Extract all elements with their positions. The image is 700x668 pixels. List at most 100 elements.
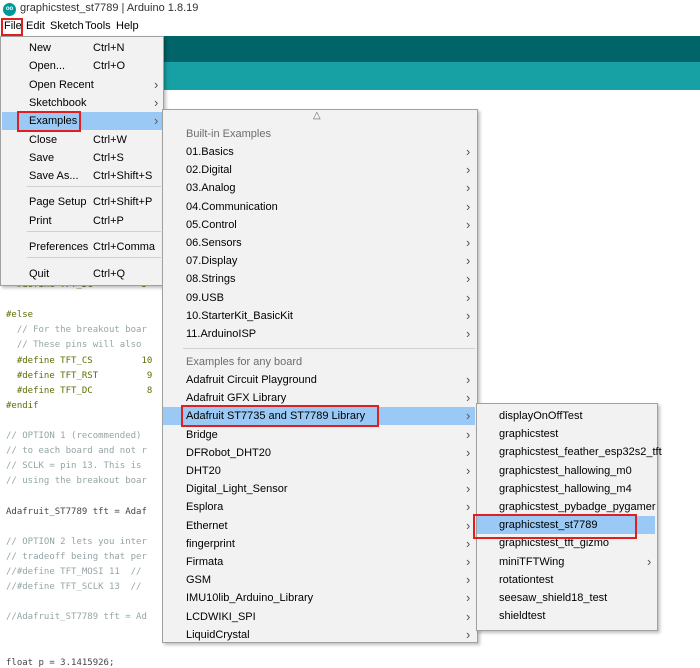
menu-item-label: 06.Sensors xyxy=(186,237,242,249)
scroll-up-icon[interactable]: △ xyxy=(313,110,321,121)
file-menu-item-save-as[interactable]: Save As... Ctrl+Shift+S xyxy=(2,167,162,185)
examples-item-bridge[interactable]: Bridge › xyxy=(163,426,475,444)
menu-help[interactable]: Help xyxy=(116,20,139,32)
menu-item-label: Digital_Light_Sensor xyxy=(186,483,288,496)
menu-item-label: graphicstest_feather_esp32s2_tft xyxy=(499,446,662,459)
examples-item-firmata[interactable]: Firmata › xyxy=(163,553,475,571)
chevron-right-icon: › xyxy=(466,444,471,460)
file-menu-item-print[interactable]: Print Ctrl+P xyxy=(2,212,162,230)
examples-item-08-strings[interactable]: 08.Strings › xyxy=(163,270,475,288)
examples-item-09-usb[interactable]: 09.USB › xyxy=(163,289,475,307)
menu-separator xyxy=(183,348,475,349)
shortcut-label: Ctrl+Shift+S xyxy=(93,170,153,182)
menu-separator xyxy=(27,231,161,232)
file-menu: New Ctrl+N Open... Ctrl+O Open Recent › Sketch… xyxy=(0,36,164,286)
code-line: #define TFT_DC 8 xyxy=(6,385,153,396)
menu-item-label: Adafruit Circuit Playground xyxy=(186,374,317,386)
file-menu-item-open[interactable]: Open... Ctrl+O xyxy=(2,57,162,75)
library-item-rotationtest[interactable]: rotationtest xyxy=(477,571,655,589)
examples-item-esplora[interactable]: Esplora › xyxy=(163,498,475,516)
menu-item-label: Save xyxy=(29,152,55,164)
examples-item-01-basics[interactable]: 01.Basics › xyxy=(163,143,475,161)
code-line: #define TFT_CS 10 xyxy=(6,355,153,366)
chevron-right-icon: › xyxy=(466,144,471,159)
menu-item-label: Bridge xyxy=(186,428,218,441)
chevron-right-icon: › xyxy=(466,590,471,606)
chevron-right-icon: › xyxy=(466,608,471,624)
library-item-graphicstest-hallowing-m0[interactable]: graphicstest_hallowing_m0 xyxy=(477,462,655,480)
menu-item-label: seesaw_shield18_test xyxy=(499,592,608,604)
menu-item-label: graphicstest xyxy=(499,428,559,441)
examples-item-03-analog[interactable]: 03.Analog › xyxy=(163,179,475,197)
menu-separator xyxy=(27,186,161,187)
menu-edit[interactable]: Edit xyxy=(26,20,45,32)
library-item-displayonofftest[interactable]: displayOnOffTest xyxy=(477,407,655,425)
file-menu-item-open-recent[interactable]: Open Recent › xyxy=(2,76,162,94)
library-item-minitftwing[interactable]: miniTFTWing › xyxy=(477,553,655,571)
code-line: //Adafruit_ST7789 tft = Ad xyxy=(6,612,147,623)
file-menu-item-sketchbook[interactable]: Sketchbook › xyxy=(2,94,162,112)
chevron-right-icon: › xyxy=(154,77,159,92)
library-item-graphicstest-feather-esp32s2-tft[interactable]: graphicstest_feather_esp32s2_tft xyxy=(477,443,662,461)
library-item-graphicstest-hallowing-m4[interactable]: graphicstest_hallowing_m4 xyxy=(477,480,655,498)
examples-item-dht20[interactable]: DHT20 › xyxy=(163,462,475,480)
examples-item-02-digital[interactable]: 02.Digital › xyxy=(163,161,475,179)
menu-item-label: Firmata xyxy=(186,556,224,568)
examples-item-liquidcrystal[interactable]: LiquidCrystal › xyxy=(163,626,475,644)
examples-item-05-control[interactable]: 05.Control › xyxy=(163,216,475,234)
chevron-right-icon: › xyxy=(154,113,159,128)
shortcut-label: Ctrl+N xyxy=(93,42,125,54)
chevron-right-icon: › xyxy=(466,554,471,569)
menu-item-label: 05.Control xyxy=(186,218,237,231)
shortcut-label: Ctrl+Q xyxy=(93,268,126,280)
file-menu-item-new[interactable]: New Ctrl+N xyxy=(2,39,162,57)
examples-item-digital-light-sensor[interactable]: Digital_Light_Sensor › xyxy=(163,480,475,498)
chevron-right-icon: › xyxy=(466,426,471,442)
menu-item-label: Print xyxy=(29,215,52,227)
menu-item-label: 02.Digital xyxy=(186,164,232,177)
menu-item-label: Esplora xyxy=(186,501,224,514)
examples-submenu: △ Built-in Examples 01.Basics › 02.Digital › 0… xyxy=(162,109,478,643)
examples-item-ethernet[interactable]: Ethernet › xyxy=(163,517,475,535)
examples-item-10-starterkit-basickit[interactable]: 10.StarterKit_BasicKit › xyxy=(163,307,475,325)
shortcut-label: Ctrl+P xyxy=(93,215,124,227)
code-line: //#define TFT_MOSI 11 // xyxy=(6,566,142,577)
examples-item-imu10lib-arduino-library[interactable]: IMU10lib_Arduino_Library › xyxy=(163,589,475,607)
examples-item-gsm[interactable]: GSM › xyxy=(163,571,475,589)
examples-item-fingerprint[interactable]: fingerprint › xyxy=(163,535,475,553)
menu-item-label: LiquidCrystal xyxy=(186,628,250,641)
menu-item-label: rotationtest xyxy=(499,573,554,586)
library-item-seesaw-shield18-test[interactable]: seesaw_shield18_test xyxy=(477,589,655,607)
menu-tools[interactable]: Tools xyxy=(85,20,111,32)
library-item-graphicstest[interactable]: graphicstest xyxy=(477,425,655,443)
file-menu-item-preferences[interactable]: Preferences Ctrl+Comma xyxy=(2,238,162,256)
chevron-right-icon: › xyxy=(466,289,471,305)
examples-item-11-arduinoisp[interactable]: 11.ArduinoISP › xyxy=(163,325,475,343)
code-line: // SCLK = pin 13. This is xyxy=(6,461,142,472)
examples-item-04-communication[interactable]: 04.Communication › xyxy=(163,198,475,216)
menu-item-label: 01.Basics xyxy=(186,146,234,158)
file-menu-item-quit[interactable]: Quit Ctrl+Q xyxy=(2,265,162,283)
chevron-right-icon: › xyxy=(154,95,159,110)
code-line: // tradeoff being that per xyxy=(6,551,147,562)
file-menu-item-save[interactable]: Save Ctrl+S xyxy=(2,149,162,167)
examples-item-06-sensors[interactable]: 06.Sensors › xyxy=(163,234,475,252)
file-menu-item-page-setup[interactable]: Page Setup Ctrl+Shift+P xyxy=(2,193,162,211)
file-menu-item-close[interactable]: Close Ctrl+W xyxy=(2,131,162,149)
menu-sketch[interactable]: Sketch xyxy=(50,20,84,32)
menu-item-label: Page Setup xyxy=(29,196,87,208)
menu-item-label: Close xyxy=(29,134,58,146)
shortcut-label: Ctrl+Shift+P xyxy=(93,196,153,208)
examples-item-lcdwiki-spi[interactable]: LCDWIKI_SPI › xyxy=(163,608,475,626)
examples-item-adafruit-circuit-playground[interactable]: Adafruit Circuit Playground › xyxy=(163,371,475,389)
library-item-shieldtest[interactable]: shieldtest xyxy=(477,607,655,625)
chevron-right-icon: › xyxy=(466,463,471,478)
shortcut-label: Ctrl+W xyxy=(93,134,127,146)
file-highlight-box xyxy=(1,18,23,36)
menu-item-label: DFRobot_DHT20 xyxy=(186,446,271,459)
chevron-right-icon: › xyxy=(466,180,471,196)
examples-item-dfrobot-dht20[interactable]: DFRobot_DHT20 › xyxy=(163,444,475,462)
chevron-right-icon: › xyxy=(647,553,652,569)
examples-item-07-display[interactable]: 07.Display › xyxy=(163,252,475,270)
shortcut-label: Ctrl+O xyxy=(93,60,126,72)
